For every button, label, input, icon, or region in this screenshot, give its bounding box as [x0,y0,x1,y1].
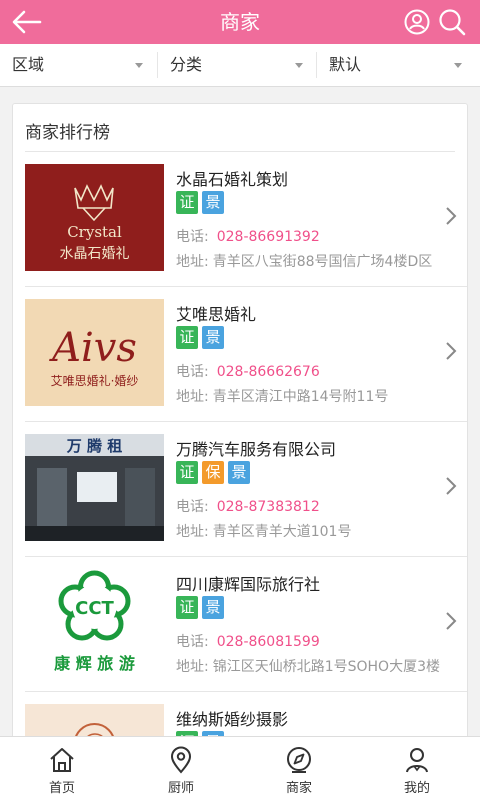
tag-scene: 景 [202,596,224,619]
address-value: 青羊区青羊大道101号 [212,524,352,540]
merchant-logo-crystal: Crystal 水晶石婚礼 [25,164,164,271]
merchant-row[interactable]: 万 腾 租 万腾汽车服务有限公司 证保景 电话: 028-87383812 地址:… [13,422,467,557]
dropdown-arrow-icon [454,63,462,68]
tab-mine[interactable]: 我的 [357,737,477,800]
merchant-address: 地址: 锦江区天仙桥北路1号SOHO大厦3楼 [176,656,440,676]
merchant-address: 地址: 青羊区清江中路14号附11号 [176,386,388,406]
profile-icon [406,748,428,773]
tag-certified: 证 [176,461,198,484]
filter-region-label: 区域 [12,55,45,74]
merchant-name: 四川康辉国际旅行社 [176,575,321,594]
merchant-name: 艾唯思婚礼 [176,305,257,324]
address-value: 锦江区天仙桥北路1号SOHO大厦3楼 [212,659,440,675]
filter-sort-label: 默认 [329,55,362,74]
filter-category[interactable]: 分类 [170,44,310,86]
merchant-logo-cct: CCT 康 辉 旅 游 [25,569,164,676]
tag-scene: 景 [202,326,224,349]
tab-home-label: 首页 [48,781,75,796]
phone-number[interactable]: 028-86691392 [217,229,320,245]
address-label: 地址: [176,254,209,270]
tab-chef[interactable]: 厨师 [121,737,241,800]
phone-label: 电话: [176,634,209,650]
address-value: 青羊区八宝街88号国信广场4楼D区 [212,254,433,270]
divider [316,52,317,78]
merchant-row[interactable]: Aivs 艾唯思婚礼·婚纱 艾唯思婚礼 证景 电话: 028-86662676 地… [13,287,467,422]
merchant-tags: 证景 [176,596,228,620]
chevron-right-icon [446,612,457,630]
merchant-phone: 电话: 028-86691392 [176,226,320,246]
tab-merchants-label: 商家 [285,781,312,796]
merchant-ranking-card: 商家排行榜 Crystal 水晶石婚礼 水晶石婚礼策划 证景 电话: 028-86… [12,103,468,743]
app-header: 商家 [0,0,480,44]
tag-certified: 证 [176,191,198,214]
chevron-right-icon [446,342,457,360]
merchant-logo-aivs: Aivs 艾唯思婚礼·婚纱 [25,299,164,406]
merchant-tags: 证保景 [176,461,254,485]
merchant-name: 水晶石婚礼策划 [176,170,289,189]
merchant-phone: 电话: 028-86081599 [176,631,320,651]
tab-merchants[interactable]: 商家 [239,737,359,800]
phone-label: 电话: [176,499,209,515]
location-pin-icon [170,746,192,774]
merchant-row[interactable]: CCT 康 辉 旅 游 四川康辉国际旅行社 证景 电话: 028-86081599… [13,557,467,692]
svg-text:Aivs: Aivs [48,325,137,371]
filter-bar: 区域 分类 默认 [0,44,480,87]
section-title: 商家排行榜 [25,123,110,143]
tag-certified: 证 [176,596,198,619]
divider [157,52,158,78]
merchant-name: 维纳斯婚纱摄影 [176,710,289,729]
chevron-right-icon [446,207,457,225]
address-label: 地址: [176,389,209,405]
svg-text:康 辉 旅 游: 康 辉 旅 游 [54,654,135,673]
svg-text:万 腾 租: 万 腾 租 [66,437,122,455]
phone-number[interactable]: 028-86662676 [217,364,320,380]
search-icon[interactable] [437,7,467,37]
tag-scene: 景 [228,461,250,484]
tag-certified: 证 [176,326,198,349]
svg-text:Crystal: Crystal [67,223,122,241]
address-label: 地址: [176,524,209,540]
compass-icon [287,747,311,773]
merchant-address: 地址: 青羊区青羊大道101号 [176,521,351,541]
merchant-phone: 电话: 028-87383812 [176,496,320,516]
svg-text:艾唯思婚礼·婚纱: 艾唯思婚礼·婚纱 [51,373,139,388]
phone-label: 电话: [176,229,209,245]
filter-region[interactable]: 区域 [12,44,152,86]
svg-text:水晶石婚礼: 水晶石婚礼 [60,246,130,262]
phone-number[interactable]: 028-86081599 [217,634,320,650]
merchant-tags: 证景 [176,191,228,215]
tab-home[interactable]: 首页 [2,737,122,800]
phone-label: 电话: [176,364,209,380]
filter-sort[interactable]: 默认 [329,44,469,86]
filter-category-label: 分类 [170,55,203,74]
phone-number[interactable]: 028-87383812 [217,499,320,515]
bottom-tab-bar: 首页 厨师 商家 我的 [0,736,480,800]
tab-mine-label: 我的 [403,781,430,796]
merchant-address: 地址: 青羊区八宝街88号国信广场4楼D区 [176,251,432,271]
address-label: 地址: [176,659,209,675]
merchant-phone: 电话: 028-86662676 [176,361,320,381]
tab-chef-label: 厨师 [167,781,194,796]
home-icon [50,748,74,772]
dropdown-arrow-icon [295,63,303,68]
merchant-tags: 证景 [176,326,228,350]
user-icon[interactable] [404,9,430,35]
address-value: 青羊区清江中路14号附11号 [212,389,389,405]
svg-text:CCT: CCT [75,598,114,619]
dropdown-arrow-icon [135,63,143,68]
tag-insured: 保 [202,461,224,484]
merchant-row[interactable]: Crystal 水晶石婚礼 水晶石婚礼策划 证景 电话: 028-86691392… [13,152,467,287]
chevron-right-icon [446,477,457,495]
merchant-name: 万腾汽车服务有限公司 [176,440,337,459]
tag-scene: 景 [202,191,224,214]
merchant-photo-wanteng: 万 腾 租 [25,434,164,541]
